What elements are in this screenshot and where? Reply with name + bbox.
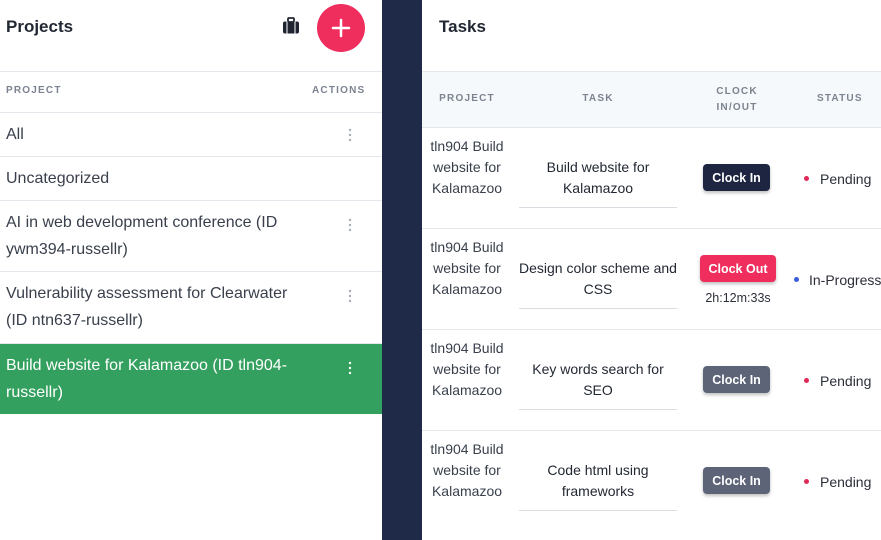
projects-header: Projects [0, 0, 382, 72]
add-project-button[interactable] [317, 4, 365, 52]
briefcase-icon[interactable] [282, 17, 300, 35]
clock-in-button[interactable]: Clock In [703, 467, 770, 494]
task-row: tln904 Build website for Kalamazoo Key w… [422, 330, 881, 431]
task-project-cell: tln904 Build website for Kalamazoo [430, 239, 504, 297]
status-text: Pending [820, 474, 872, 490]
task-underline [519, 207, 677, 208]
task-project-column-label: PROJECT [439, 93, 495, 104]
task-underline [519, 409, 677, 410]
clock-in-button[interactable]: Clock In [703, 164, 770, 191]
elapsed-timer: 2h:12m:33s [705, 291, 771, 305]
task-name-cell: Key words search for SEO [532, 361, 664, 398]
tasks-column-header: PROJECT TASK CLOCK IN/OUT STATUS [422, 72, 881, 128]
kebab-menu-icon[interactable] [347, 361, 353, 375]
status-dot [804, 378, 809, 383]
project-item-label: Build website for Kalamazoo (ID tln904-r… [6, 357, 288, 401]
task-underline [519, 510, 677, 511]
plus-icon [331, 18, 351, 38]
projects-title: Projects [6, 17, 74, 36]
clock-out-button[interactable]: Clock Out [700, 255, 776, 282]
kebab-menu-icon[interactable] [347, 218, 353, 232]
project-item-vulnerability-assessment[interactable]: Vulnerability assessment for Clearwater … [0, 272, 382, 344]
status-dot [804, 479, 809, 484]
task-row: tln904 Build website for Kalamazoo Desig… [422, 229, 881, 330]
tasks-header: Tasks [422, 0, 881, 72]
task-project-cell: tln904 Build website for Kalamazoo [430, 138, 504, 196]
status-text: Pending [820, 171, 872, 187]
project-item-all[interactable]: All [0, 113, 382, 157]
kebab-menu-icon[interactable] [347, 128, 353, 142]
status-text: Pending [820, 373, 872, 389]
clock-column-label: CLOCK IN/OUT [716, 86, 758, 113]
clock-in-button[interactable]: Clock In [703, 366, 770, 393]
task-name-column-label: TASK [582, 93, 614, 104]
task-project-cell: tln904 Build website for Kalamazoo [430, 441, 504, 499]
status-column-label: STATUS [817, 93, 863, 104]
status-dot [794, 277, 799, 282]
tasks-panel: Tasks PROJECT TASK CLOCK IN/OUT STATUS t… [422, 0, 881, 540]
status-text: In-Progress [809, 272, 881, 288]
task-name-cell: Code html using frameworks [547, 462, 649, 499]
task-underline [519, 308, 677, 309]
project-item-uncategorized[interactable]: Uncategorized [0, 157, 382, 201]
panel-divider [382, 0, 422, 540]
project-item-build-website[interactable]: Build website for Kalamazoo (ID tln904-r… [0, 344, 382, 414]
project-item-label: Uncategorized [6, 170, 110, 187]
status-dot [804, 176, 809, 181]
project-item-label: AI in web development conference (ID ywm… [6, 214, 278, 258]
project-list: All Uncategorized AI in web development … [0, 113, 382, 414]
project-item-ai-conference[interactable]: AI in web development conference (ID ywm… [0, 201, 382, 272]
task-name-cell: Build website for Kalamazoo [546, 159, 650, 196]
projects-panel: Projects PROJECT ACTIONS All Uncategoriz… [0, 0, 382, 540]
tasks-title: Tasks [439, 17, 486, 36]
task-project-cell: tln904 Build website for Kalamazoo [430, 340, 504, 398]
task-name-cell: Design color scheme and CSS [519, 260, 677, 297]
projects-column-header: PROJECT ACTIONS [0, 72, 382, 113]
project-item-label: All [6, 126, 24, 143]
actions-column-label: ACTIONS [312, 85, 366, 96]
kebab-menu-icon[interactable] [347, 289, 353, 303]
project-column-label: PROJECT [6, 85, 62, 96]
project-item-label: Vulnerability assessment for Clearwater … [6, 285, 288, 329]
task-row: tln904 Build website for Kalamazoo Build… [422, 128, 881, 229]
task-row: tln904 Build website for Kalamazoo Code … [422, 431, 881, 540]
